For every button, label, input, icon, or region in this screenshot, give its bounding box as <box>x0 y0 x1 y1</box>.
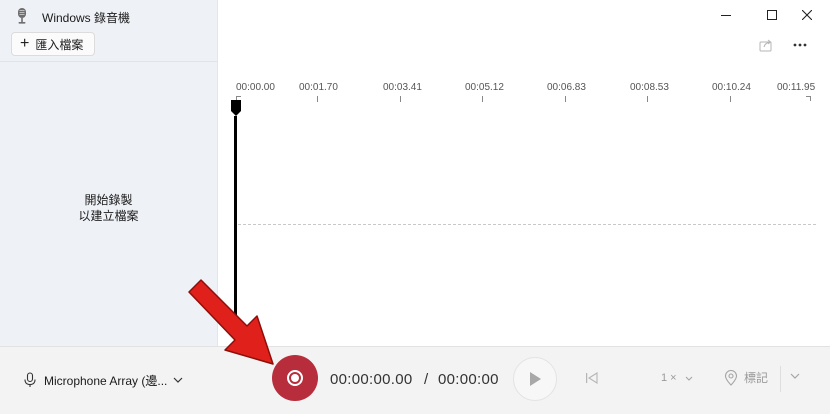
speed-suffix: × <box>670 372 677 384</box>
bottom-bar-divider <box>780 366 781 392</box>
microphone-label: Microphone Array (邊... <box>44 373 168 388</box>
mark-label: 標記 <box>744 371 769 385</box>
minimize-button[interactable] <box>703 0 749 30</box>
current-time: 00:00:00.00 <box>330 371 413 388</box>
playback-speed-selector[interactable]: 1 × <box>661 372 693 384</box>
play-button[interactable] <box>513 357 557 401</box>
plus-icon: + <box>20 35 30 52</box>
import-file-button[interactable]: + 匯入檔案 <box>11 32 95 56</box>
timeline-tick-label: 00:05.12 <box>465 82 504 93</box>
more-options-icon <box>793 43 807 47</box>
timeline-tick-mark <box>565 96 566 102</box>
close-button[interactable] <box>784 0 830 30</box>
microphone-app-icon <box>18 8 26 24</box>
timeline-tick-label: 00:08.53 <box>630 82 669 93</box>
timeline-tick-label: 00:10.24 <box>712 82 751 93</box>
share-button[interactable] <box>756 36 776 54</box>
skip-back-icon[interactable] <box>585 371 599 385</box>
share-icon <box>759 39 772 52</box>
chevron-down-icon <box>685 376 692 381</box>
time-separator: / <box>424 371 429 388</box>
empty-state-line-2: 以建立檔案 <box>78 209 139 223</box>
waveform-area[interactable] <box>218 30 830 346</box>
timeline-tick-label: 00:00.00 <box>236 82 275 93</box>
location-pin-icon <box>724 369 738 386</box>
timeline-tick-mark <box>317 96 318 102</box>
sidebar-divider <box>0 61 217 62</box>
timeline-tick-label: 00:01.70 <box>299 82 338 93</box>
empty-state-message: 開始錄製 以建立檔案 <box>0 192 217 224</box>
timeline-tick-label: 00:03.41 <box>383 82 422 93</box>
waveform-baseline <box>238 224 816 225</box>
timeline-end-bracket <box>806 96 811 101</box>
more-options-button[interactable] <box>788 36 812 54</box>
mark-button[interactable]: 標記 <box>724 369 768 386</box>
total-time: 00:00:00 <box>438 371 499 388</box>
close-icon <box>802 10 812 20</box>
play-icon <box>530 372 541 386</box>
chevron-down-icon[interactable] <box>790 373 800 379</box>
title-bar: Windows 錄音機 <box>0 0 830 30</box>
timeline-tick-mark <box>400 96 401 102</box>
playhead-handle[interactable] <box>231 100 241 116</box>
timeline-tick-mark <box>482 96 483 102</box>
import-file-label: 匯入檔案 <box>35 37 84 52</box>
annotation-arrow-icon <box>188 279 274 365</box>
window-title: Windows 錄音機 <box>42 11 131 25</box>
empty-state-line-1: 開始錄製 <box>84 193 133 207</box>
minimize-icon <box>721 15 731 16</box>
record-icon <box>287 370 303 386</box>
timeline-tick-mark <box>647 96 648 102</box>
microphone-icon <box>24 372 36 387</box>
timeline-tick-label: 00:11.95 <box>777 82 816 93</box>
speed-value: 1 <box>661 372 668 384</box>
microphone-selector[interactable]: Microphone Array (邊... <box>24 371 191 389</box>
timeline-tick-label: 00:06.83 <box>547 82 586 93</box>
timeline-tick-mark <box>730 96 731 102</box>
chevron-down-icon <box>173 377 183 383</box>
maximize-icon <box>767 10 777 20</box>
